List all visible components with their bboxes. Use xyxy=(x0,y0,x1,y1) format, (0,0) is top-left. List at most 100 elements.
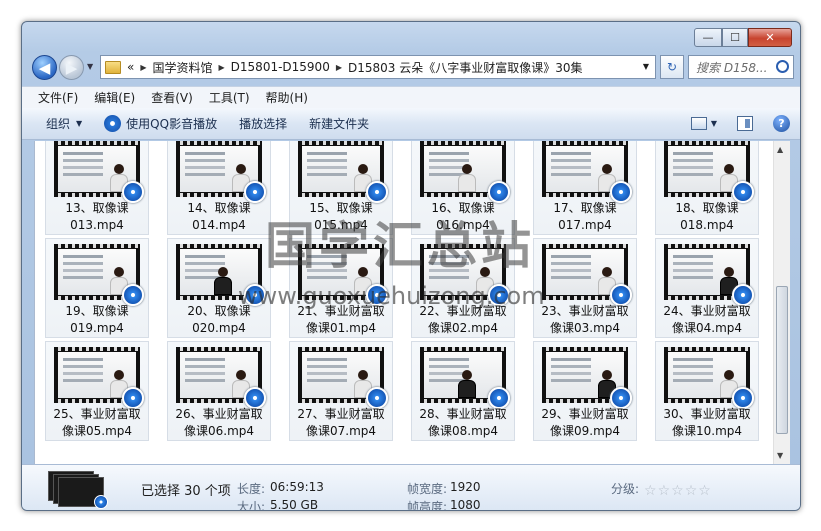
length-value: 06:59:13 xyxy=(270,480,324,494)
file-name-line: 像课05.mp4 xyxy=(61,424,133,438)
menu-edit[interactable]: 编辑(E) xyxy=(94,89,135,106)
vertical-scrollbar[interactable]: ▲ ▼ xyxy=(773,141,790,464)
file-name-line: 18、取像课 xyxy=(675,201,739,215)
presenter-head xyxy=(358,370,368,380)
organize-button[interactable]: 组织 ▼ xyxy=(46,115,82,132)
chevron-right-icon[interactable]: ▶ xyxy=(336,63,342,72)
file-tile[interactable]: 23、事业财富取 像课03.mp4 xyxy=(533,238,637,338)
scroll-down-icon[interactable]: ▼ xyxy=(777,451,783,460)
new-folder-button[interactable]: 新建文件夹 xyxy=(309,115,369,132)
maximize-button[interactable]: ☐ xyxy=(722,28,748,47)
forward-button[interactable]: ▶ xyxy=(59,55,84,80)
search-input[interactable]: 搜索 D158... xyxy=(688,55,794,79)
help-icon[interactable]: ? xyxy=(773,115,790,132)
whiteboard-text xyxy=(63,358,103,361)
presenter-head xyxy=(724,370,734,380)
size-label: 大小: xyxy=(237,500,266,511)
presenter-body xyxy=(458,380,476,398)
whiteboard-text xyxy=(673,255,713,258)
file-name: 13、取像课 013.mp4 xyxy=(46,200,148,234)
chevron-right-icon[interactable]: ▶ xyxy=(140,63,146,72)
file-tile[interactable]: 24、事业财富取 像课04.mp4 xyxy=(655,238,759,338)
whiteboard-text xyxy=(551,152,591,155)
presenter xyxy=(458,164,476,192)
selection-thumbnail-stack xyxy=(48,471,108,509)
file-tile[interactable]: 18、取像课 018.mp4 xyxy=(655,141,759,235)
whiteboard-text xyxy=(185,152,225,155)
whiteboard-text xyxy=(63,152,103,155)
file-tile[interactable]: 28、事业财富取 像课08.mp4 xyxy=(411,341,515,441)
search-placeholder: 搜索 D158... xyxy=(696,60,768,75)
file-name-line: 013.mp4 xyxy=(70,218,124,232)
minimize-button[interactable]: — xyxy=(694,28,722,47)
breadcrumb-item[interactable]: D15801-D15900 xyxy=(231,60,330,74)
file-name-line: 018.mp4 xyxy=(680,218,734,232)
star-icon[interactable]: ☆ xyxy=(658,483,671,499)
rating-stars[interactable]: ☆ ☆ ☆ ☆ ☆ xyxy=(644,483,712,499)
presenter-head xyxy=(462,164,472,174)
close-button[interactable]: ✕ xyxy=(748,28,792,47)
chevron-right-icon[interactable]: ▶ xyxy=(219,63,225,72)
file-name: 18、取像课 018.mp4 xyxy=(656,200,758,234)
star-icon[interactable]: ☆ xyxy=(698,483,711,499)
recent-pages-dropdown-icon[interactable]: ▼ xyxy=(87,62,93,71)
watermark-url: www.guoxuehuizong.com xyxy=(238,282,545,310)
presenter xyxy=(214,267,232,295)
file-name: 17、取像课 017.mp4 xyxy=(534,200,636,234)
whiteboard-text xyxy=(673,152,713,155)
star-icon[interactable]: ☆ xyxy=(644,483,657,499)
selection-count: 已选择 30 个项 xyxy=(141,484,231,499)
file-tile[interactable]: 29、事业财富取 像课09.mp4 xyxy=(533,341,637,441)
menu-view[interactable]: 查看(V) xyxy=(151,89,193,106)
whiteboard-text xyxy=(185,255,225,258)
menu-file[interactable]: 文件(F) xyxy=(38,89,78,106)
address-dropdown-icon[interactable]: ▼ xyxy=(643,62,649,71)
file-name: 14、取像课 014.mp4 xyxy=(168,200,270,234)
file-tile[interactable]: 14、取像课 014.mp4 xyxy=(167,141,271,235)
file-name-line: 24、事业财富取 xyxy=(663,304,751,318)
back-button[interactable]: ◀ xyxy=(32,55,57,80)
whiteboard-text xyxy=(551,358,591,361)
file-name-line: 28、事业财富取 xyxy=(419,407,507,421)
whiteboard-text xyxy=(429,152,469,155)
presenter-head xyxy=(724,267,734,277)
breadcrumb-overflow[interactable]: « xyxy=(127,60,134,74)
file-tile[interactable]: 26、事业财富取 像课06.mp4 xyxy=(167,341,271,441)
scrollbar-thumb[interactable] xyxy=(776,286,788,434)
file-name-line: 像课09.mp4 xyxy=(549,424,621,438)
file-tile[interactable]: 27、事业财富取 像课07.mp4 xyxy=(289,341,393,441)
chevron-down-icon: ▼ xyxy=(76,119,83,128)
whiteboard-text xyxy=(307,358,347,361)
file-tile[interactable]: 17、取像课 017.mp4 xyxy=(533,141,637,235)
star-icon[interactable]: ☆ xyxy=(671,483,684,499)
address-bar[interactable]: « ▶ 国学资料馆 ▶ D15801-D15900 ▶ D15803 云朵《八字… xyxy=(100,55,656,79)
breadcrumb-item[interactable]: D15803 云朵《八字事业财富取像课》30集 xyxy=(348,59,583,76)
file-name-line: 像课01.mp4 xyxy=(305,321,377,335)
file-name-line: 像课02.mp4 xyxy=(427,321,499,335)
file-tile[interactable]: 30、事业财富取 像课10.mp4 xyxy=(655,341,759,441)
file-tile[interactable]: 25、事业财富取 像课05.mp4 xyxy=(45,341,149,441)
breadcrumb-item[interactable]: 国学资料馆 xyxy=(153,59,213,76)
preview-pane-icon[interactable] xyxy=(737,116,753,131)
file-tile[interactable]: 19、取像课 019.mp4 xyxy=(45,238,149,338)
refresh-button[interactable]: ↻ xyxy=(660,55,684,79)
file-tile[interactable]: 13、取像课 013.mp4 xyxy=(45,141,149,235)
file-name: 29、事业财富取 像课09.mp4 xyxy=(534,406,636,440)
view-options-dropdown-icon[interactable]: ▼ xyxy=(711,119,717,128)
frame-height-value: 1080 xyxy=(450,498,481,511)
size-value: 5.50 GB xyxy=(270,498,319,511)
scroll-up-icon[interactable]: ▲ xyxy=(777,145,783,154)
menu-help[interactable]: 帮助(H) xyxy=(266,89,308,106)
file-name-line: 17、取像课 xyxy=(553,201,617,215)
search-icon[interactable] xyxy=(776,60,789,73)
presenter-head xyxy=(462,370,472,380)
presenter-head xyxy=(114,370,124,380)
presenter-head xyxy=(724,164,734,174)
change-view-icon[interactable] xyxy=(690,117,707,130)
play-selection-button[interactable]: 播放选择 xyxy=(239,115,287,132)
presenter-head xyxy=(358,164,368,174)
menu-tools[interactable]: 工具(T) xyxy=(209,89,250,106)
star-icon[interactable]: ☆ xyxy=(685,483,698,499)
play-with-qq-button[interactable]: 使用QQ影音播放 xyxy=(104,115,217,132)
presenter-head xyxy=(114,164,124,174)
